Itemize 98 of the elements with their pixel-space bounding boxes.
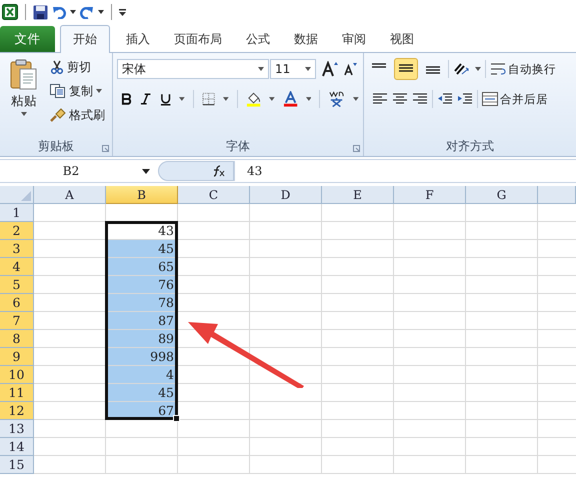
caret-icon (96, 89, 102, 93)
table-cell[interactable]: 45 (107, 384, 178, 401)
row-header[interactable]: 13 (0, 420, 34, 438)
clipboard-icon (10, 59, 38, 91)
cut-button[interactable]: 剪切 (50, 57, 105, 77)
save-icon[interactable] (33, 4, 48, 20)
row-header[interactable]: 3 (0, 240, 34, 258)
row-header[interactable]: 1 (0, 204, 34, 222)
caret-icon (305, 67, 311, 71)
row-header[interactable]: 4 (0, 258, 34, 276)
copy-icon (50, 84, 66, 98)
ribbon-tab[interactable]: 数据 (282, 26, 330, 52)
wrap-text-icon (490, 62, 506, 76)
table-cell[interactable]: 78 (107, 294, 178, 311)
ribbon-tab[interactable]: 公式 (234, 26, 282, 52)
formula-input[interactable]: 43 (234, 161, 576, 181)
align-lines-icon (371, 63, 387, 70)
caret-icon[interactable] (268, 97, 275, 101)
font-size-dropdown[interactable]: 11 (270, 59, 316, 79)
ribbon-tab[interactable]: 插入 (114, 26, 162, 52)
italic-icon[interactable] (140, 93, 152, 105)
column-header[interactable]: D (250, 186, 322, 204)
text-orientation-icon[interactable] (453, 61, 471, 77)
paste-button[interactable]: 粘贴 (4, 57, 44, 132)
row-header[interactable]: 12 (0, 402, 34, 420)
align-lines-icon (398, 64, 414, 74)
customize-icon[interactable] (119, 8, 126, 16)
increase-indent-icon[interactable] (457, 92, 473, 106)
bold-icon[interactable] (121, 93, 132, 105)
row-header[interactable]: 11 (0, 384, 34, 402)
ribbon-tab[interactable]: 审阅 (330, 26, 378, 52)
group-label: 剪贴板 (38, 138, 74, 154)
caret-icon (142, 168, 150, 174)
group-label: 对齐方式 (446, 138, 494, 154)
row-header[interactable]: 5 (0, 276, 34, 294)
shrink-font-icon[interactable] (344, 62, 358, 76)
caret-icon[interactable] (70, 10, 76, 14)
caret-icon[interactable] (353, 97, 360, 101)
row-header[interactable]: 14 (0, 438, 34, 456)
table-cell[interactable]: 65 (107, 258, 178, 275)
brush-icon (50, 108, 66, 122)
decrease-indent-icon[interactable] (437, 92, 453, 106)
column-header[interactable]: E (322, 186, 394, 204)
column-header[interactable]: F (394, 186, 466, 204)
excel-logo-icon[interactable] (2, 4, 18, 20)
table-cell[interactable]: 76 (107, 276, 178, 293)
caret-icon (258, 67, 264, 71)
row-header[interactable]: 6 (0, 294, 34, 312)
row-header[interactable]: 8 (0, 330, 34, 348)
merge-cells-icon (482, 92, 498, 106)
caret-icon[interactable] (98, 10, 104, 14)
insert-function-icon[interactable] (211, 165, 225, 177)
row-header[interactable]: 2 (0, 222, 34, 240)
format-painter-button[interactable]: 格式刷 (50, 105, 105, 125)
caret-icon[interactable] (475, 67, 481, 71)
borders-icon[interactable] (202, 92, 216, 106)
table-cell[interactable]: 4 (107, 366, 178, 383)
name-box[interactable]: B2 (0, 161, 158, 181)
row-header[interactable]: 9 (0, 348, 34, 366)
column-header[interactable]: B (106, 186, 178, 204)
ribbon-tab[interactable]: 开始 (60, 25, 110, 53)
caret-icon[interactable] (223, 97, 229, 101)
align-center-icon[interactable] (392, 92, 408, 106)
column-header[interactable]: A (34, 186, 106, 204)
ribbon-tab[interactable]: 页面布局 (162, 26, 234, 52)
ribbon-tab[interactable]: 视图 (378, 26, 426, 52)
merge-center-button[interactable]: 合并后居 (482, 89, 548, 109)
table-cell[interactable]: 998 (107, 348, 178, 365)
table-cell[interactable]: 89 (107, 330, 178, 347)
file-tab[interactable]: 文件 (0, 26, 55, 52)
undo-icon[interactable] (52, 5, 66, 19)
underline-icon[interactable] (160, 92, 172, 106)
vertical-align-button[interactable] (394, 58, 418, 80)
table-cell[interactable]: 87 (107, 312, 178, 329)
font-color-icon[interactable] (282, 91, 298, 107)
dialog-launcher-icon[interactable] (102, 145, 109, 152)
copy-button[interactable]: 复制 (50, 81, 105, 101)
column-header[interactable]: G (466, 186, 538, 204)
caret-icon (21, 112, 27, 116)
phonetic-guide-icon[interactable] (328, 90, 346, 108)
grow-font-icon[interactable] (322, 61, 338, 77)
align-left-icon[interactable] (372, 92, 388, 106)
scissors-icon (50, 60, 64, 74)
align-right-icon[interactable] (412, 92, 428, 106)
fill-color-icon[interactable] (246, 91, 261, 107)
font-name-dropdown[interactable]: 宋体 (117, 59, 269, 79)
align-lines-icon (425, 66, 441, 76)
caret-icon[interactable] (306, 97, 312, 101)
redo-icon[interactable] (80, 5, 94, 19)
row-header[interactable]: 15 (0, 456, 34, 474)
row-header[interactable]: 10 (0, 366, 34, 384)
dialog-launcher-icon[interactable] (353, 145, 360, 152)
caret-icon[interactable] (179, 97, 185, 101)
row-header[interactable]: 7 (0, 312, 34, 330)
wrap-text-button[interactable]: 自动换行 (490, 59, 556, 79)
table-cell[interactable]: 45 (107, 240, 178, 257)
column-header[interactable]: C (178, 186, 250, 204)
group-label: 字体 (226, 138, 250, 154)
